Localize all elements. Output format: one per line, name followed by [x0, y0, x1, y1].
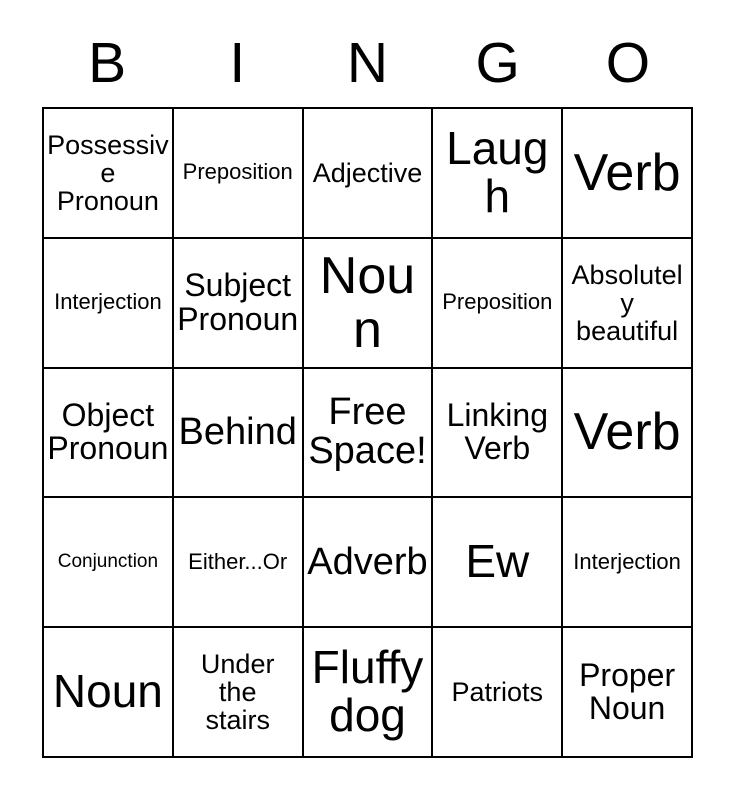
bingo-header-letter-1: B — [88, 31, 127, 95]
bingo-cell-label: Patriots — [451, 677, 544, 708]
bingo-cell-label: Either...Or — [188, 548, 288, 574]
bingo-cell-label: Adverb — [307, 540, 428, 583]
bingo-cell-r4c5[interactable]: Interjection — [563, 498, 693, 629]
bingo-cell-label: Subject Pronoun — [177, 267, 299, 337]
bingo-cell-r2c4[interactable]: Preposition — [433, 238, 564, 369]
bingo-cell-label: Linking Verb — [446, 397, 548, 467]
bingo-cell-label: Ew — [465, 535, 530, 588]
bingo-cell-label: Proper Noun — [579, 656, 676, 727]
bingo-card: B I N G O Possessive Pronoun Preposition Adjec… — [0, 0, 736, 800]
bingo-cell-label: Noun — [52, 665, 163, 718]
bingo-cell-label: Preposition — [182, 159, 293, 185]
bingo-cell-label: Preposition — [442, 289, 553, 315]
bingo-cell-r1c1[interactable]: Possessive Pronoun — [44, 109, 174, 239]
bingo-cell-r3c3[interactable]: Free Space! — [303, 368, 434, 499]
bingo-cell-label: Verb — [573, 403, 681, 462]
bingo-header: BINGO — [42, 26, 693, 101]
bingo-header-letter-4: G — [475, 31, 520, 95]
bingo-cell-label: Absolutely beautiful — [571, 259, 683, 346]
bingo-header-letter-5: O — [605, 31, 651, 95]
bingo-cell-label: Under the stairs — [200, 648, 275, 736]
bingo-cell-label: Fluffy dog — [311, 641, 424, 742]
bingo-cell-r1c4[interactable]: Laugh — [433, 109, 564, 239]
bingo-cell-r1c3[interactable]: Adjective — [303, 109, 434, 239]
bingo-cell-r2c3[interactable]: Noun — [303, 238, 434, 369]
bingo-cell-r4c4[interactable]: Ew — [433, 498, 564, 629]
bingo-cell-r3c5[interactable]: Verb — [563, 368, 693, 499]
bingo-cell-r5c2[interactable]: Under the stairs — [173, 628, 304, 758]
bingo-cell-r4c3[interactable]: Adverb — [303, 498, 434, 629]
bingo-header-letter-2: I — [229, 31, 246, 95]
bingo-cell-r3c2[interactable]: Behind — [173, 368, 304, 499]
bingo-cell-label: Conjunction — [57, 551, 159, 573]
bingo-cell-label: Behind — [178, 410, 297, 453]
bingo-cell-label: Possessive Pronoun — [47, 129, 169, 216]
bingo-grid: Possessive Pronoun Preposition Adjective La… — [42, 107, 693, 758]
bingo-header-letter-3: N — [346, 31, 389, 95]
bingo-cell-label: Free Space! — [308, 390, 427, 473]
bingo-cell-r3c4[interactable]: Linking Verb — [433, 368, 564, 499]
bingo-cell-r2c1[interactable]: Interjection — [44, 238, 174, 369]
bingo-cell-r1c5[interactable]: Verb — [563, 109, 693, 239]
bingo-cell-label: Interjection — [573, 548, 681, 574]
bingo-cell-label: Verb — [573, 143, 681, 202]
bingo-cell-r2c5[interactable]: Absolutely beautiful — [563, 238, 693, 369]
bingo-cell-r2c2[interactable]: Subject Pronoun — [173, 238, 304, 369]
bingo-cell-r4c1[interactable]: Conjunction — [44, 498, 174, 629]
bingo-cell-r1c2[interactable]: Preposition — [173, 109, 304, 239]
bingo-cell-r4c2[interactable]: Either...Or — [173, 498, 304, 629]
bingo-cell-label: Laugh — [446, 122, 549, 222]
bingo-cell-r5c5[interactable]: Proper Noun — [563, 628, 693, 758]
bingo-cell-label: Interjection — [54, 289, 162, 315]
bingo-cell-r5c4[interactable]: Patriots — [433, 628, 564, 758]
bingo-cell-label: Adjective — [312, 157, 423, 188]
bingo-cell-r5c3[interactable]: Fluffy dog — [303, 628, 434, 758]
bingo-cell-r3c1[interactable]: Object Pronoun — [44, 368, 174, 499]
bingo-cell-r5c1[interactable]: Noun — [44, 628, 174, 758]
bingo-cell-label: Noun — [319, 246, 416, 359]
bingo-cell-label: Object Pronoun — [47, 397, 169, 467]
